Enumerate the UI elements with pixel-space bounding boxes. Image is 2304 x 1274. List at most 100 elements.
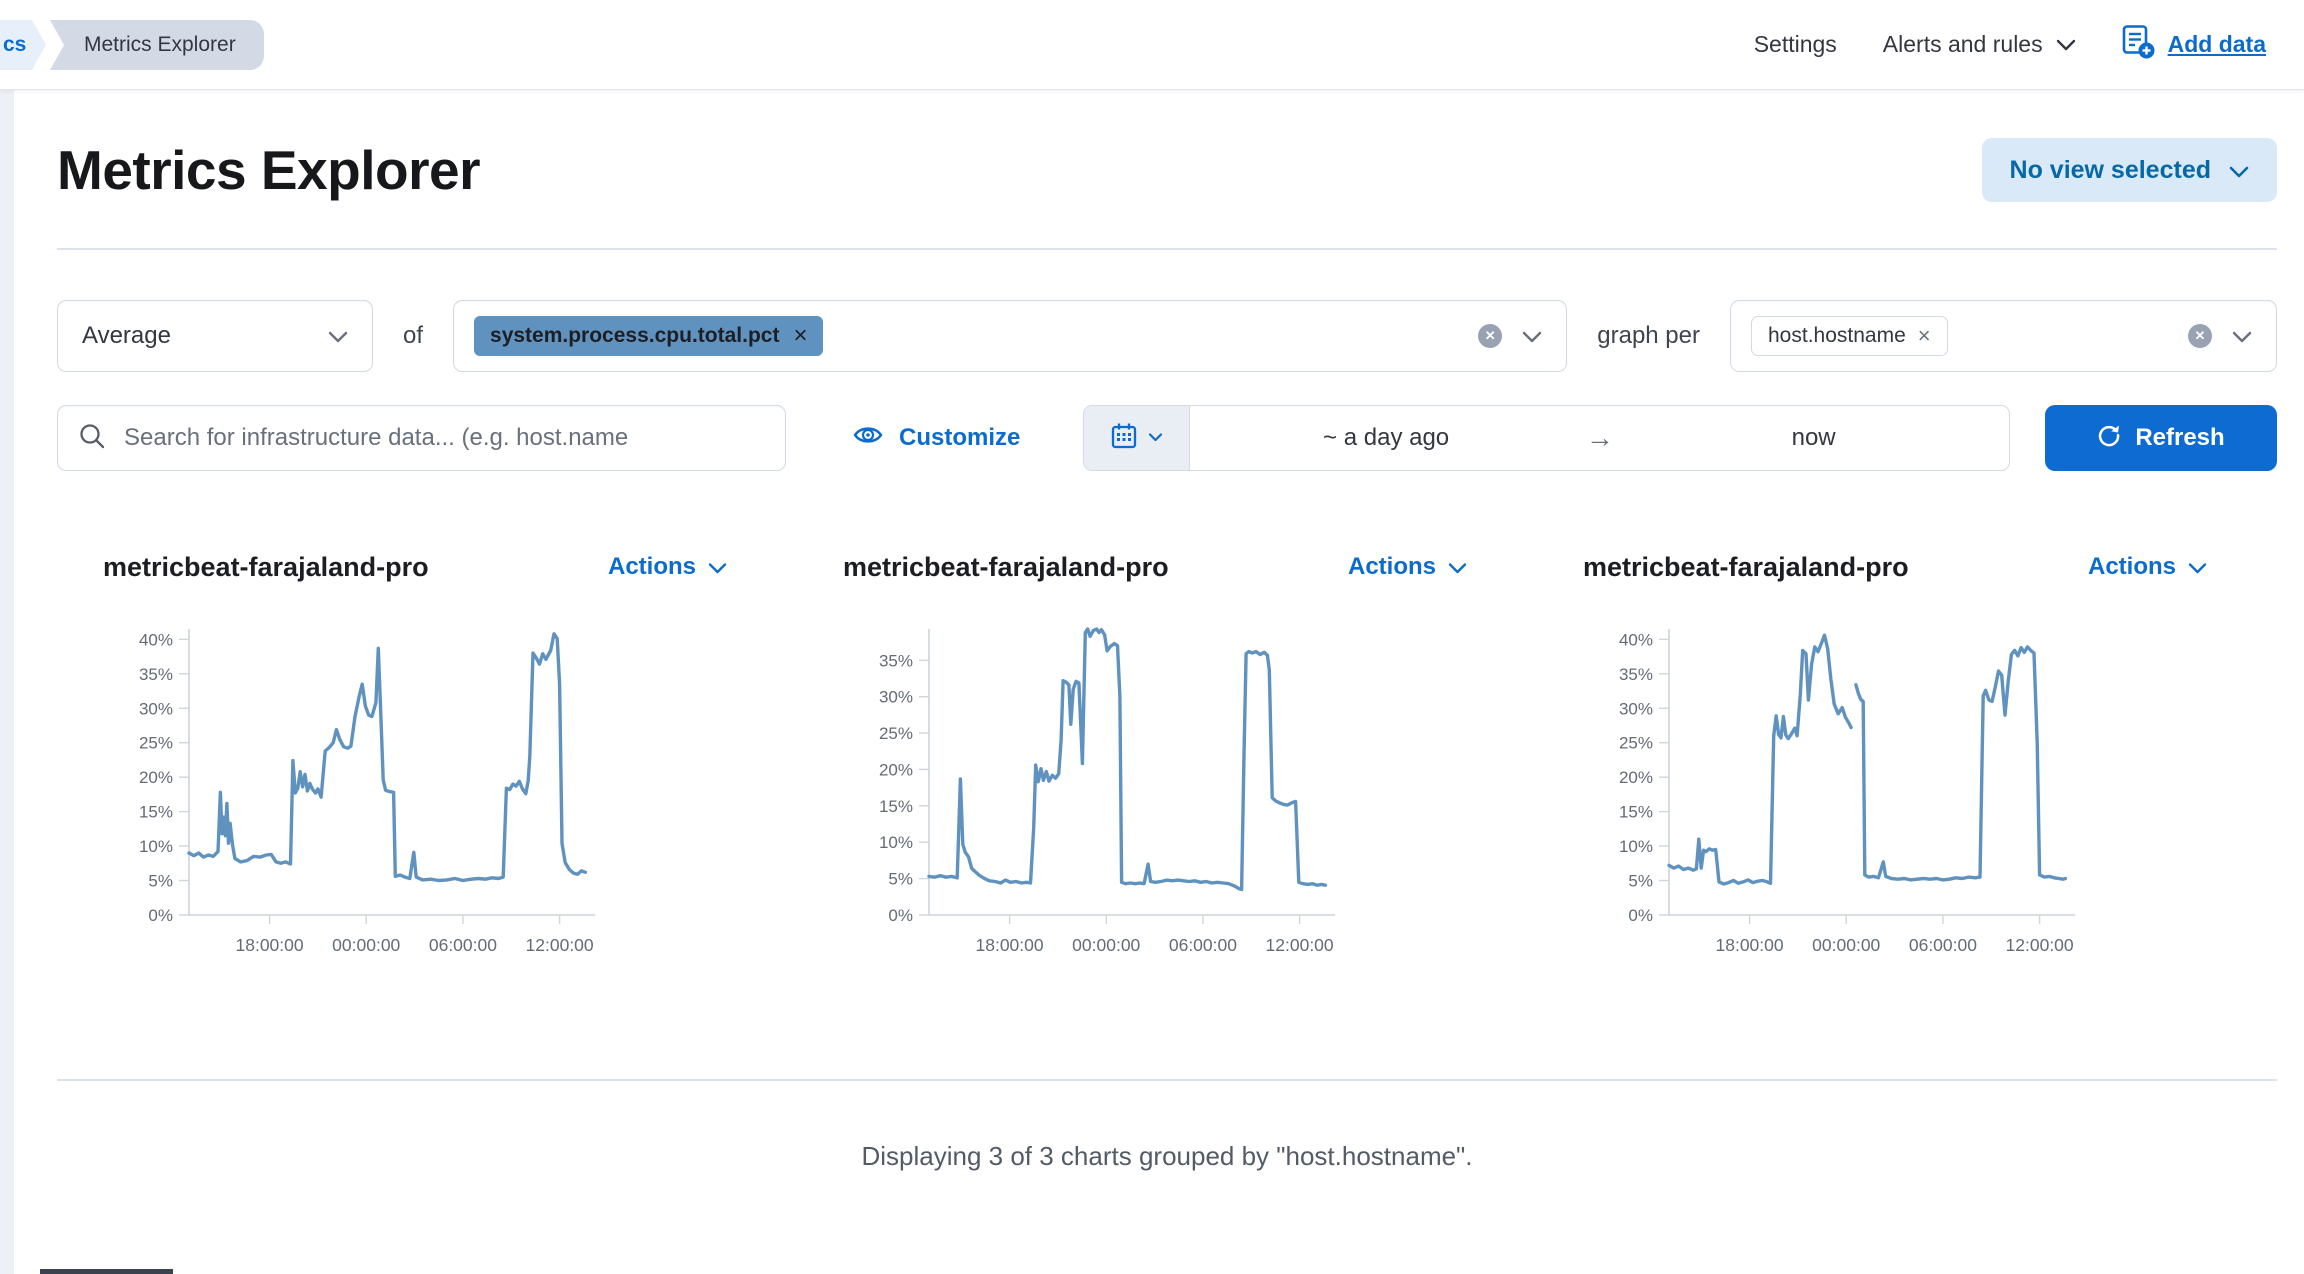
group-by-chip[interactable]: host.hostname ×	[1751, 316, 1948, 356]
chart-card: metricbeat-farajaland-pro Actions 0% 5% 10…	[57, 547, 797, 967]
x-tick-label: 00:00:00	[332, 935, 400, 955]
chevron-down-icon[interactable]	[1522, 330, 1542, 343]
time-range-start[interactable]: ~ a day ago	[1190, 406, 1582, 470]
chevron-down-icon	[2229, 156, 2249, 185]
header-actions: Settings Alerts and rules Add data	[1754, 24, 2266, 66]
chevron-down-icon	[708, 553, 727, 581]
refresh-icon	[2097, 423, 2121, 454]
chart-actions-label: Actions	[1348, 553, 1436, 581]
metric-line	[189, 634, 585, 881]
chart-card: metricbeat-farajaland-pro Actions 0% 5% 10…	[1537, 547, 2277, 967]
y-tick-label: 30%	[879, 688, 913, 707]
refresh-button[interactable]: Refresh	[2045, 405, 2277, 471]
y-tick-label: 35%	[139, 665, 173, 684]
add-data-link[interactable]: Add data	[2122, 24, 2266, 66]
chart-actions-label: Actions	[608, 553, 696, 581]
time-range-arrow-icon: →	[1582, 406, 1618, 470]
metric-combobox[interactable]: system.process.cpu.total.pct × ✕	[453, 300, 1567, 372]
x-tick-label: 18:00:00	[976, 935, 1044, 955]
chart-actions-label: Actions	[2088, 553, 2176, 581]
cpu-usage-chart: 0%5%10%15%20%25%30%35%40%18:00:0000:00:0…	[57, 607, 757, 967]
breadcrumb: cs Metrics Explorer	[0, 20, 264, 70]
chart-card: metricbeat-farajaland-pro Actions 0% 5% 10…	[797, 547, 1537, 967]
y-tick-label: 30%	[139, 699, 173, 718]
saved-view-selector[interactable]: No view selected	[1982, 138, 2277, 202]
footer-divider	[57, 1079, 2277, 1081]
y-tick-label: 10%	[1619, 837, 1653, 856]
customize-button[interactable]: Customize	[852, 423, 1020, 454]
chevron-down-icon	[1148, 429, 1163, 447]
x-tick-label: 06:00:00	[1169, 935, 1237, 955]
y-tick-label: 0%	[148, 906, 173, 925]
chevron-down-icon	[2188, 553, 2207, 581]
y-tick-label: 15%	[879, 797, 913, 816]
breadcrumb-parent[interactable]: cs	[0, 20, 32, 70]
eye-icon	[852, 423, 884, 454]
chevron-down-icon[interactable]	[2232, 330, 2252, 343]
breadcrumb-current-label: Metrics Explorer	[84, 33, 236, 57]
metric-chip-label: system.process.cpu.total.pct	[490, 324, 779, 348]
graph-per-label: graph per	[1597, 322, 1700, 350]
alerts-and-rules-menu[interactable]: Alerts and rules	[1883, 31, 2076, 58]
customize-label: Customize	[899, 424, 1020, 452]
settings-label: Settings	[1754, 31, 1837, 58]
breadcrumb-parent-label: cs	[3, 33, 26, 57]
saved-view-label: No view selected	[2010, 156, 2211, 185]
y-tick-label: 20%	[139, 768, 173, 787]
metric-controls-row: Average of system.process.cpu.total.pct …	[57, 300, 2277, 372]
remove-group-by-icon[interactable]: ×	[1918, 325, 1931, 347]
remove-metric-icon[interactable]: ×	[793, 324, 807, 348]
add-data-icon	[2122, 24, 2155, 66]
y-tick-label: 0%	[888, 906, 913, 925]
y-tick-label: 5%	[1628, 872, 1653, 891]
group-by-chip-label: host.hostname	[1768, 324, 1906, 348]
breadcrumb-current: Metrics Explorer	[50, 20, 264, 70]
x-tick-label: 12:00:00	[1266, 935, 1334, 955]
y-tick-label: 15%	[1619, 803, 1653, 822]
chart-actions-menu[interactable]: Actions	[608, 553, 727, 581]
cpu-usage-chart: 0%5%10%15%20%25%30%35%40%18:00:0000:00:0…	[1537, 607, 2237, 967]
y-tick-label: 5%	[148, 872, 173, 891]
group-by-combobox[interactable]: host.hostname × ✕	[1730, 300, 2277, 372]
y-tick-label: 10%	[879, 833, 913, 852]
alerts-and-rules-label: Alerts and rules	[1883, 31, 2043, 58]
bottom-edge-artifact	[40, 1269, 173, 1274]
time-range-start-label: ~ a day ago	[1323, 424, 1449, 452]
y-tick-label: 25%	[1619, 734, 1653, 753]
y-tick-label: 5%	[888, 870, 913, 889]
refresh-label: Refresh	[2135, 424, 2224, 452]
x-tick-label: 06:00:00	[1909, 935, 1977, 955]
quick-select-menu[interactable]	[1084, 406, 1190, 470]
metric-chip[interactable]: system.process.cpu.total.pct ×	[474, 316, 823, 356]
chart-actions-menu[interactable]: Actions	[1348, 553, 1467, 581]
x-tick-label: 06:00:00	[429, 935, 497, 955]
time-range-end[interactable]: now	[1618, 406, 2010, 470]
clear-metrics-icon[interactable]: ✕	[1478, 324, 1502, 348]
metrics-explorer-page: Metrics Explorer No view selected Averag…	[14, 90, 2304, 1274]
x-tick-label: 12:00:00	[526, 935, 594, 955]
clear-group-by-icon[interactable]: ✕	[2188, 324, 2212, 348]
metric-line	[1856, 647, 2065, 880]
y-tick-label: 0%	[1628, 906, 1653, 925]
aggregation-select[interactable]: Average	[57, 300, 373, 372]
chart-title: metricbeat-farajaland-pro	[103, 552, 429, 583]
search-input[interactable]	[122, 423, 765, 453]
y-tick-label: 10%	[139, 837, 173, 856]
chart-title: metricbeat-farajaland-pro	[1583, 552, 1909, 583]
top-header: cs Metrics Explorer Settings Alerts and …	[0, 0, 2304, 90]
chart-actions-menu[interactable]: Actions	[2088, 553, 2207, 581]
time-range-end-label: now	[1792, 424, 1836, 452]
page-title: Metrics Explorer	[57, 138, 480, 202]
charts-grid: metricbeat-farajaland-pro Actions 0% 5% 10…	[57, 547, 2277, 967]
chevron-down-icon	[2056, 38, 2076, 51]
y-tick-label: 40%	[1619, 630, 1653, 649]
y-tick-label: 35%	[879, 651, 913, 670]
x-tick-label: 18:00:00	[236, 935, 304, 955]
chart-title: metricbeat-farajaland-pro	[843, 552, 1169, 583]
settings-link[interactable]: Settings	[1754, 31, 1837, 58]
y-tick-label: 25%	[139, 734, 173, 753]
y-tick-label: 25%	[879, 724, 913, 743]
time-range-picker: ~ a day ago → now	[1083, 405, 2010, 471]
y-tick-label: 15%	[139, 803, 173, 822]
search-box[interactable]	[57, 405, 786, 471]
